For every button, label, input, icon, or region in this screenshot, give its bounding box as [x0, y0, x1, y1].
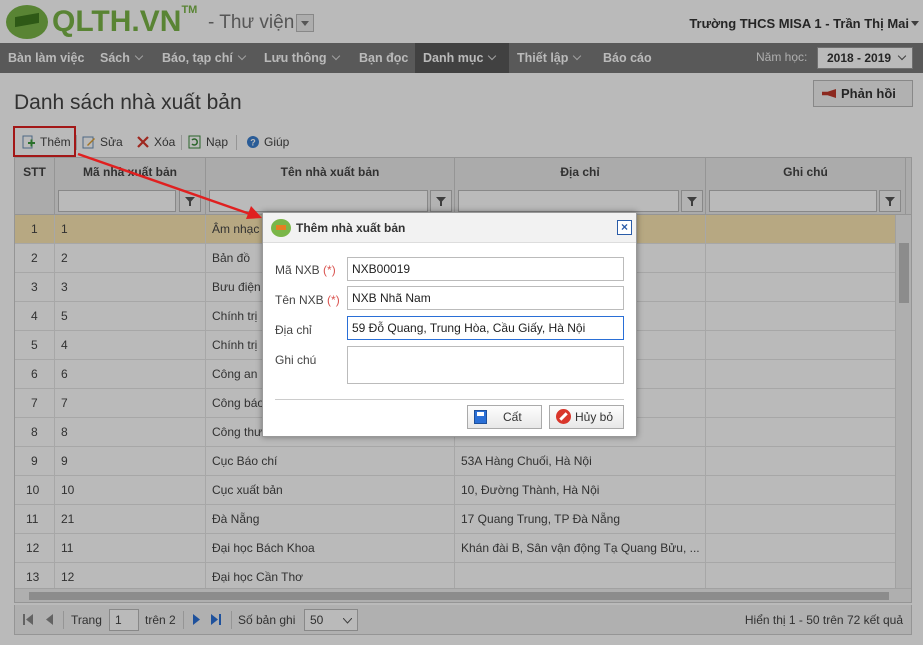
close-icon[interactable]: × — [617, 220, 632, 235]
note-textarea[interactable] — [347, 346, 624, 384]
note-label: Ghi chú — [275, 353, 317, 367]
address-label: Địa chỉ — [275, 323, 312, 337]
address-input[interactable]: 59 Đỗ Quang, Trung Hòa, Cầu Giấy, Hà Nội — [347, 316, 624, 340]
code-input[interactable]: NXB00019 — [347, 257, 624, 281]
floppy-disk-icon — [474, 410, 487, 424]
name-label: Tên NXB (*) — [275, 293, 340, 307]
cancel-button[interactable]: Hủy bỏ — [549, 405, 624, 429]
code-label: Mã NXB (*) — [275, 263, 336, 277]
name-input[interactable]: NXB Nhã Nam — [347, 286, 624, 310]
dialog-header: Thêm nhà xuất bản × — [263, 213, 636, 243]
add-publisher-dialog: Thêm nhà xuất bản × Mã NXB (*) NXB00019 … — [262, 212, 637, 437]
dialog-title: Thêm nhà xuất bản — [296, 221, 406, 235]
save-button[interactable]: Cất — [467, 405, 542, 429]
app-logo-icon — [271, 219, 291, 237]
dialog-divider — [275, 399, 624, 400]
cancel-icon — [556, 409, 571, 424]
